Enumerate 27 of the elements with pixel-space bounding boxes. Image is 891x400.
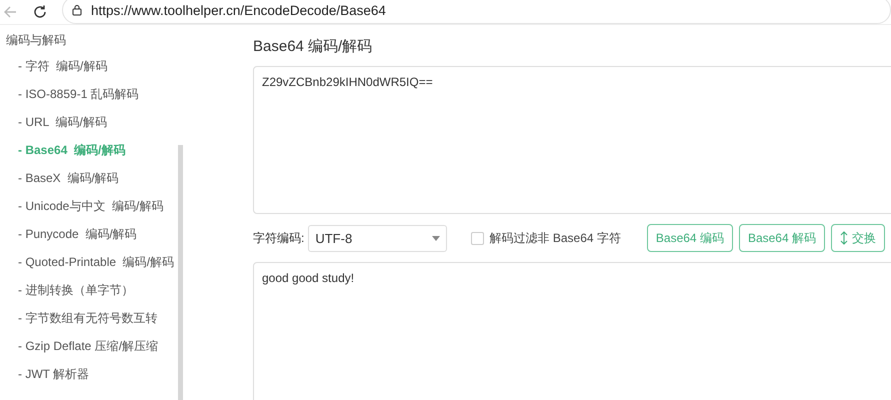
url-text: https://www.toolhelper.cn/EncodeDecode/Base64 <box>91 2 386 18</box>
sidebar-item[interactable]: - 进制转换（单字节） <box>0 276 178 304</box>
scrollbar[interactable] <box>178 145 183 400</box>
input-field[interactable]: Z29vZCBnb29kIHN0dWR5IQ== <box>253 66 891 214</box>
checkbox-label: 解码过滤非 Base64 字符 <box>490 230 621 246</box>
charset-dropdown[interactable]: UTF-8 <box>308 224 447 252</box>
sidebar-item[interactable]: - Punycode 编码/解码 <box>0 220 178 248</box>
caret-icon <box>432 236 440 240</box>
sidebar-item[interactable]: - 字符 编码/解码 <box>0 52 178 80</box>
sidebar-item[interactable]: - Quoted-Printable 编码/解码 <box>0 248 178 276</box>
sidebar-heading: 编码与解码 <box>5 32 67 49</box>
lock-icon <box>71 4 83 16</box>
reload-icon[interactable] <box>32 4 48 20</box>
output-field[interactable]: good good study! <box>253 262 891 400</box>
sidebar-item[interactable]: - 字节数组有无符号数互转 <box>0 304 178 332</box>
address-bar[interactable]: https://www.toolhelper.cn/EncodeDecode/Base64 <box>62 0 891 24</box>
sidebar-item[interactable]: - Unicode与中文 编码/解码 <box>0 192 178 220</box>
page-title: Base64 编码/解码 <box>253 37 374 57</box>
sidebar-item[interactable]: - BaseX 编码/解码 <box>0 164 178 192</box>
sidebar-item[interactable]: - ISO-8859-1 乱码解码 <box>0 80 178 108</box>
charset-label: 字符编码: <box>253 230 304 246</box>
back-icon[interactable] <box>2 4 18 20</box>
sidebar-item[interactable]: - JWT 解析器 <box>0 360 178 388</box>
sidebar-item[interactable]: - URL 编码/解码 <box>0 108 178 136</box>
sidebar-item[interactable]: - Gzip Deflate 压缩/解压缩 <box>0 332 178 360</box>
checkbox[interactable] <box>470 232 484 244</box>
updown-arrow-icon <box>840 231 848 245</box>
